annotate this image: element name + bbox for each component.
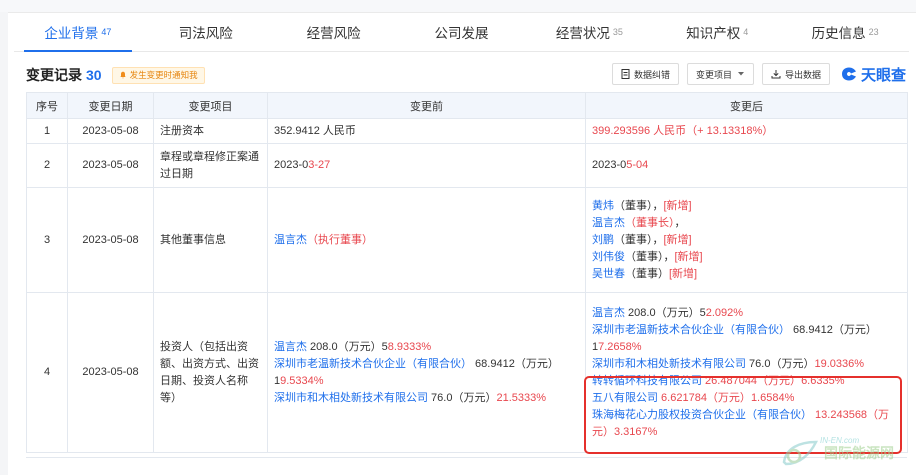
table-header-row: 序号 变更日期 变更项目 变更前 变更后 [26, 92, 908, 119]
tab-judicial-risk[interactable]: 司法风险 [142, 13, 270, 51]
next-row-edge [26, 457, 907, 476]
top-bar [0, 0, 916, 13]
tab-company-background[interactable]: 企业背景 47 [14, 13, 142, 52]
investor-link[interactable]: 深圳市和木相处新技术有限公司 [274, 392, 428, 404]
row-before: 温言杰 208.0（万元）58.9333% 深圳市老温新技术合伙企业（有限合伙）… [267, 292, 586, 453]
leaf-logo-icon [782, 440, 819, 466]
section-title: 变更记录 [26, 67, 82, 83]
row-no: 2 [26, 143, 68, 188]
row-item: 投资人（包括出资额、出资方式、出资日期、投资人名称等） [153, 292, 268, 453]
watermark: IN-EN.com 国际能源网 [780, 436, 894, 468]
row-before: 2023-03-27 [267, 143, 586, 188]
tab-business-status[interactable]: 经营状况 35 [525, 13, 653, 51]
tab-history-info[interactable]: 历史信息 23 [781, 13, 909, 51]
page: 企业背景 47 司法风险 经营风险 公司发展 经营状况 35 知识产权 4 历史信息 2… [0, 0, 916, 475]
row-item: 章程或章程修正案通过日期 [153, 143, 268, 188]
tab-company-development[interactable]: 公司发展 [398, 13, 526, 51]
data-correction-button[interactable]: 数据纠错 [611, 63, 679, 85]
person-link[interactable]: 刘鹏 [592, 234, 614, 246]
row-before: 温言杰（执行董事） [267, 187, 586, 293]
row-item: 注册资本 [153, 118, 268, 144]
table-row: 3 2023-05-08 其他董事信息 温言杰（执行董事） 黄炜（董事），[新增… [26, 187, 908, 293]
row-after: 399.293596 人民币（+ 13.13318%） [585, 118, 908, 144]
row-date: 2023-05-08 [67, 143, 154, 188]
tianyancha-logo: 天眼查 [840, 64, 906, 85]
investor-link[interactable]: 深圳市老温新技术合伙企业（有限合伙） [592, 324, 790, 336]
row-after: 2023-05-04 [585, 143, 908, 188]
row-date: 2023-05-08 [67, 187, 154, 293]
col-header-before: 变更前 [267, 92, 586, 119]
tab-bar: 企业背景 47 司法风险 经营风险 公司发展 经营状况 35 知识产权 4 历史信息 2… [14, 13, 909, 52]
table-row: 1 2023-05-08 注册资本 352.9412 人民币 399.29359… [26, 118, 908, 144]
export-data-button[interactable]: 导出数据 [761, 63, 830, 85]
row-no: 3 [26, 187, 68, 293]
caret-down-icon [737, 72, 744, 76]
investor-link[interactable]: 温言杰 [274, 341, 307, 353]
person-link[interactable]: 温言杰 [274, 234, 307, 246]
row-no: 4 [26, 292, 68, 453]
person-link[interactable]: 黄炜 [592, 200, 614, 212]
investor-link[interactable]: 温言杰 [592, 307, 625, 319]
person-link[interactable]: 吴世春 [592, 268, 625, 280]
investor-link[interactable]: 深圳市老温新技术合伙企业（有限合伙） [274, 358, 472, 370]
document-icon [621, 69, 630, 79]
table-row: 2 2023-05-08 章程或章程修正案通过日期 2023-03-27 202… [26, 143, 908, 188]
bell-icon [119, 71, 126, 79]
col-header-no: 序号 [26, 92, 68, 119]
col-header-date: 变更日期 [67, 92, 154, 119]
row-no: 1 [26, 118, 68, 144]
section-count: 30 [86, 67, 102, 83]
row-after: 黄炜（董事），[新增] 温言杰（董事长）， 刘鹏（董事），[新增] 刘伟俊（董事… [585, 187, 908, 293]
row-before: 352.9412 人民币 [267, 118, 586, 144]
col-header-item: 变更项目 [153, 92, 268, 119]
row-date: 2023-05-08 [67, 292, 154, 453]
tab-operation-risk[interactable]: 经营风险 [270, 13, 398, 51]
tab-intellectual-property[interactable]: 知识产权 4 [653, 13, 781, 51]
download-icon [771, 70, 781, 79]
logo-icon [841, 67, 856, 81]
investor-link[interactable]: 深圳市和木相处新技术有限公司 [592, 358, 746, 370]
toolbar: 数据纠错 变更项目 导出数据 天眼查 [604, 63, 906, 85]
notify-button[interactable]: 发生变更时通知我 [111, 66, 205, 84]
row-date: 2023-05-08 [67, 118, 154, 144]
person-link[interactable]: 刘伟俊 [592, 251, 625, 263]
left-strip [0, 12, 8, 475]
person-link[interactable]: 温言杰 [592, 217, 625, 229]
col-header-after: 变更后 [585, 92, 908, 119]
row-item: 其他董事信息 [153, 187, 268, 293]
change-item-filter[interactable]: 变更项目 [686, 63, 754, 85]
